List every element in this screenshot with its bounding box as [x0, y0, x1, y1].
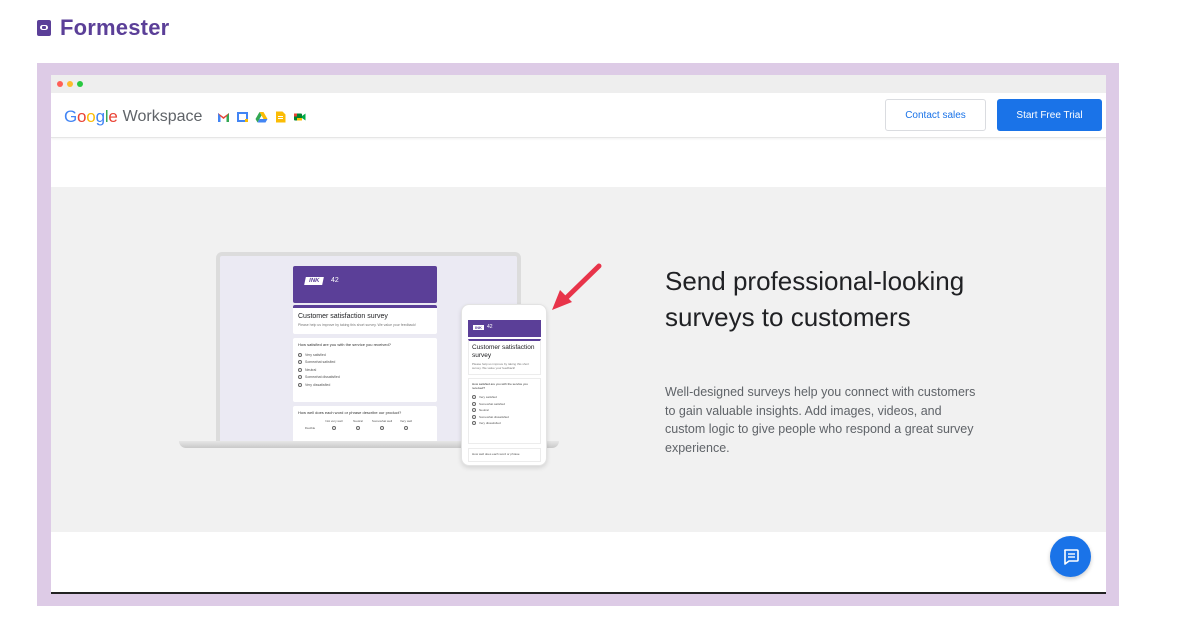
radio-icon[interactable]: [380, 426, 384, 430]
radio-icon: [472, 395, 476, 400]
question-text: How well does each word or phrase descri…: [298, 410, 402, 415]
phone-mockup: INK 42 Customer satisfaction survey Plea…: [461, 304, 547, 466]
browser-window: Google Workspace Contact sales Start Fre…: [51, 75, 1106, 594]
screenshot-frame: Google Workspace Contact sales Start Fre…: [37, 63, 1119, 606]
hero-section: INK 42 Customer satisfaction survey Plea…: [51, 187, 1106, 532]
drive-icon: [255, 112, 268, 123]
phone-form-title: Customer satisfaction survey: [472, 344, 535, 359]
phone-footer-card: How well does each word or phrase: [468, 448, 541, 462]
workspace-app-icons: [217, 111, 306, 123]
question-card-1: How satisfied are you with the service y…: [293, 338, 437, 402]
red-arrow-icon: [552, 263, 602, 310]
chat-button[interactable]: [1050, 536, 1091, 577]
radio-option[interactable]: Very satisfied: [298, 351, 432, 359]
site-header: Google Workspace Contact sales Start Fre…: [51, 93, 1106, 138]
meet-icon: [294, 113, 306, 121]
formester-brand: Formester: [37, 15, 169, 41]
start-free-trial-button[interactable]: Start Free Trial: [997, 99, 1102, 131]
page-bottom-band: [51, 532, 1106, 594]
ink-badge-number: 42: [487, 324, 493, 330]
ink-badge-number: 42: [331, 277, 339, 284]
close-window-dot[interactable]: [57, 81, 63, 87]
brand-name: Formester: [60, 15, 170, 40]
radio-icon: [298, 367, 302, 372]
radio-icon[interactable]: [332, 426, 336, 430]
radio-icon: [298, 375, 302, 380]
grid-row: Flexible: [298, 426, 432, 431]
grid-header-row: Not very well Neutral Somewhat well Very…: [325, 419, 412, 423]
phone-form-subtitle: Please help us improve by taking this sh…: [472, 362, 530, 370]
chat-icon: [1063, 548, 1079, 565]
contact-sales-button[interactable]: Contact sales: [885, 99, 986, 131]
browser-chrome: [51, 75, 1106, 93]
ink-badge: INK: [304, 277, 325, 285]
hero-headline: Send professional-looking surveys to cus…: [665, 266, 965, 332]
radio-icon[interactable]: [356, 426, 360, 430]
radio-icon[interactable]: [404, 426, 408, 430]
gmail-icon: [218, 113, 230, 122]
radio-icon: [298, 382, 302, 387]
radio-icon: [472, 401, 476, 406]
google-workspace-logo[interactable]: Google Workspace: [64, 107, 306, 127]
form-title: Customer satisfaction survey: [298, 313, 388, 320]
radio-option[interactable]: Very dissatisfied: [472, 420, 537, 427]
formester-logo-icon: [37, 20, 51, 36]
radio-icon: [472, 414, 476, 419]
radio-option[interactable]: Somewhat satisfied: [298, 359, 432, 367]
ink-badge: INK: [473, 325, 484, 330]
minimize-window-dot[interactable]: [67, 81, 73, 87]
calendar-icon: [237, 112, 249, 122]
question-card-2: How well does each word or phrase descri…: [293, 406, 437, 442]
radio-option[interactable]: Somewhat dissatisfied: [298, 374, 432, 382]
hero-description: Well-designed surveys help you connect w…: [665, 385, 976, 455]
phone-title-card: Customer satisfaction survey Please help…: [468, 339, 541, 375]
form-header-banner: INK 42: [293, 266, 437, 303]
phone-form-header: INK 42: [468, 320, 541, 337]
form-subtitle: Please help us improve by taking this sh…: [298, 323, 416, 327]
phone-question-card: How satisfied are you with the service y…: [468, 378, 541, 444]
workspace-wordmark: Workspace: [122, 108, 203, 125]
radio-icon: [472, 408, 476, 413]
question-text: How satisfied are you with the service y…: [472, 382, 528, 390]
docs-icon: [276, 111, 286, 123]
radio-icon: [472, 421, 476, 426]
radio-icon: [298, 360, 302, 365]
radio-icon: [298, 352, 302, 357]
radio-option[interactable]: Neutral: [298, 366, 432, 374]
question-text: How satisfied are you with the service y…: [298, 342, 391, 347]
google-wordmark: Google: [64, 107, 118, 126]
form-title-card: Customer satisfaction survey Please help…: [293, 305, 437, 334]
maximize-window-dot[interactable]: [77, 81, 83, 87]
radio-option[interactable]: Very dissatisfied: [298, 381, 432, 389]
